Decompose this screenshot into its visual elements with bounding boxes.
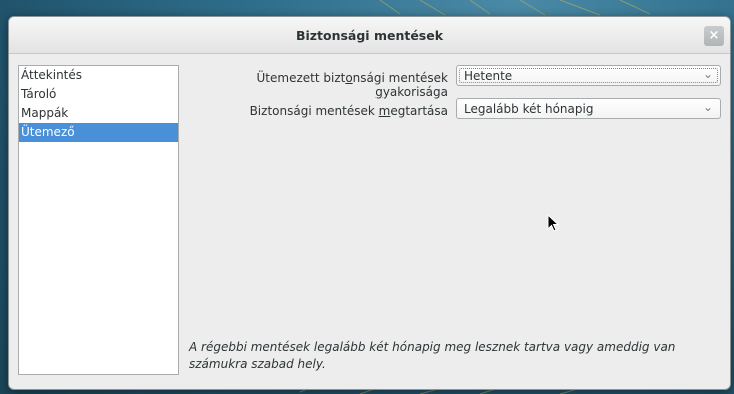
title-bar[interactable]: Biztonsági mentések × [9,17,730,54]
sidebar-item-label: Áttekintés [21,68,83,82]
close-icon: × [708,28,720,43]
window-title: Biztonsági mentések [295,28,444,43]
chevron-down-icon: ⌄ [702,100,713,114]
backup-dialog: Biztonsági mentések × Áttekintés Tároló … [8,16,731,390]
sidebar-item-attekintes[interactable]: Áttekintés [19,66,178,85]
retention-label: Biztonsági mentések megtartása [249,104,448,118]
sidebar-item-label: Tároló [21,87,57,101]
sidebar-item-tarolo[interactable]: Tároló [19,85,178,104]
sidebar-list: Áttekintés Tároló Mappák Ütemező [18,65,179,375]
frequency-label: Ütemezett biztonsági mentések gyakoriság… [256,71,448,99]
retention-combo[interactable]: Legalább két hónapig ⌄ [456,98,721,119]
sidebar-item-mappak[interactable]: Mappák [19,104,178,123]
frequency-value: Hetente [464,69,513,83]
sidebar-item-label: Ütemező [21,125,75,139]
frequency-combo[interactable]: Hetente ⌄ [456,65,721,86]
sidebar-item-label: Mappák [21,106,69,120]
chevron-down-icon: ⌄ [702,67,713,81]
retention-value: Legalább két hónapig [464,102,594,116]
retention-note: A régebbi mentések legalább két hónapig … [189,340,676,371]
close-button[interactable]: × [704,26,724,46]
mouse-cursor-icon [547,214,560,232]
sidebar-item-utemezo[interactable]: Ütemező [19,123,178,142]
